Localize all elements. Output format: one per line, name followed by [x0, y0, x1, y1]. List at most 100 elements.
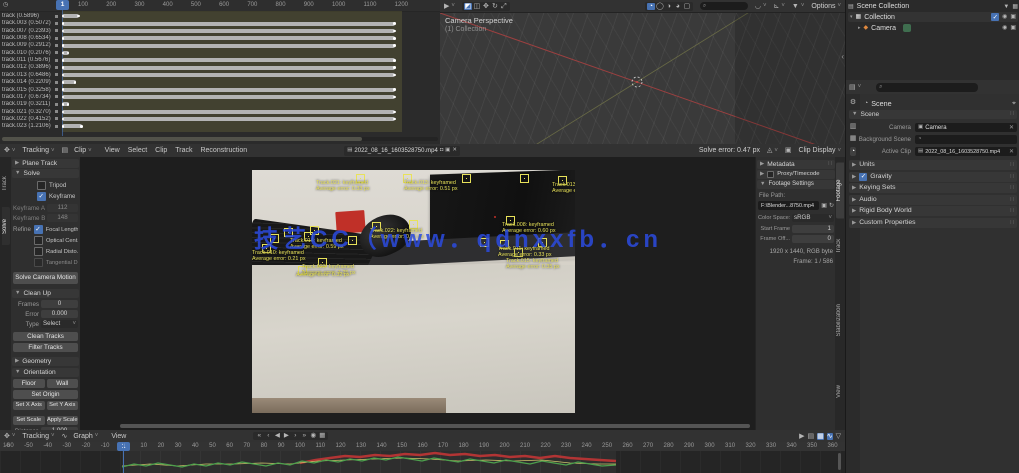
keyframe-dot[interactable] — [61, 125, 64, 128]
filter-dropdown[interactable]: ▼ — [792, 3, 804, 10]
keyframe-dot[interactable] — [66, 51, 70, 55]
keyframe-a-field[interactable]: 112 — [47, 204, 78, 212]
track-name[interactable]: track.012 (0.3896) — [2, 64, 54, 70]
auto-key-icon[interactable]: ▤ — [807, 433, 814, 440]
track-channel-bar[interactable] — [61, 21, 396, 26]
keyframe-dot[interactable] — [61, 59, 64, 62]
panel-proxy-timecode[interactable]: ▶ Proxy/Timecode — [757, 170, 835, 179]
sidebar-tab-stabilization[interactable]: Stabilization — [836, 273, 844, 368]
color-space-select[interactable]: sRGB — [792, 214, 834, 222]
track-name[interactable]: track.015 (0.3258) — [2, 87, 54, 93]
rotate-tool-icon[interactable]: ↻ — [491, 3, 499, 10]
keyframe-dot[interactable] — [66, 103, 70, 106]
track-channel-bar[interactable] — [61, 58, 396, 63]
panel-geometry[interactable]: ▶ Geometry — [12, 357, 79, 366]
overlays-dropdown[interactable]: ⊾ — [774, 3, 785, 10]
track-name[interactable]: track.014 (0.2209) — [2, 79, 54, 85]
track-channel-bar[interactable] — [61, 80, 77, 85]
track-channel-bar[interactable] — [61, 124, 83, 129]
drag-dots-icon[interactable]: ∷ — [1010, 183, 1014, 193]
section-checkbox[interactable] — [859, 172, 868, 182]
keyframe-dot[interactable] — [61, 103, 64, 106]
clean-tracks-button[interactable]: Clean Tracks — [13, 332, 78, 341]
menu-track[interactable]: Track — [175, 147, 192, 154]
track-name[interactable]: track.021 (0.3270) — [2, 109, 54, 115]
graph-view-menu[interactable]: View — [111, 433, 126, 440]
keyframe-dot[interactable] — [393, 66, 396, 69]
outliner-row-scene-collection[interactable]: ▤ Scene Collection ▼ ▦ — [848, 2, 1018, 11]
tracking-marker[interactable] — [520, 174, 529, 183]
sidebar-tab-track[interactable]: Track — [836, 225, 844, 268]
track-name[interactable]: track.019 (0.3211) — [2, 101, 54, 107]
options-button[interactable]: Options — [811, 3, 841, 10]
active-clip-field[interactable]: ▤ 2022_08_16_1603528750.mp4 ✕ — [915, 147, 1017, 156]
track-name[interactable]: track.010 (0.2076) — [2, 50, 54, 56]
clip-hscrollbar[interactable] — [120, 424, 750, 428]
filter-icon[interactable]: ▽ — [836, 433, 841, 440]
panel-gravity[interactable]: ▶ Gravity ∷ — [849, 171, 1017, 182]
panel-scene-header[interactable]: ▼ Scene ∷ — [849, 110, 1017, 119]
tangential-distortion-checkbox[interactable] — [34, 258, 43, 267]
keyframe-dot[interactable] — [393, 110, 396, 114]
close-icon[interactable]: ✕ — [1009, 124, 1014, 131]
drag-dots-icon[interactable]: ∷ — [1010, 206, 1014, 216]
scale-tool-icon[interactable]: ⤢ — [500, 3, 508, 10]
eye-icon[interactable]: ◉ — [1002, 25, 1007, 31]
track-channel-bar[interactable] — [61, 73, 396, 77]
drag-dots-icon[interactable]: ∷ — [1010, 160, 1014, 170]
dopesheet-hscrollbar[interactable] — [2, 137, 438, 141]
outliner-row-camera[interactable]: ▸ ◆ Camera ◉ ▣ — [856, 23, 1018, 33]
track-channel-bar[interactable] — [61, 28, 396, 33]
dopesheet-hscrollbar-thumb[interactable] — [2, 137, 362, 141]
render-visibility-icon[interactable]: ▣ — [1010, 25, 1016, 31]
track-name[interactable]: track (0.5896) — [2, 13, 54, 19]
tracking-marker[interactable] — [462, 174, 471, 183]
outliner-row-collection[interactable]: ▾ ▦ Collection ◉ ▣ — [848, 12, 1018, 22]
keyframe-dot[interactable] — [393, 73, 396, 77]
sidebar-tab-view[interactable]: View — [836, 374, 844, 410]
track-channel-bar[interactable] — [61, 87, 396, 92]
keyframe-dot[interactable] — [61, 73, 64, 77]
play-reverse-button[interactable]: ◀ — [273, 432, 281, 440]
graph-plot-area[interactable] — [0, 442, 845, 473]
tool-tab-solve[interactable]: Solve — [2, 207, 10, 245]
panel-orientation[interactable]: ▼ Orientation — [12, 368, 79, 377]
keyframe-dot[interactable] — [393, 117, 396, 121]
graph-view-dropdown[interactable]: ∿ Graph — [62, 433, 99, 440]
keyframe-dot[interactable] — [61, 14, 64, 18]
keyframe-dot[interactable] — [393, 95, 396, 99]
track-channel-bar[interactable] — [61, 102, 70, 107]
fake-user-icon[interactable]: ◘ — [440, 147, 443, 154]
collection-checkbox[interactable] — [991, 13, 1000, 21]
tripod-checkbox[interactable] — [37, 181, 46, 190]
wall-button[interactable]: Wall — [46, 379, 78, 388]
keyframe-checkbox[interactable] — [37, 192, 46, 201]
normalize-icon[interactable]: ▦ — [817, 432, 824, 440]
track-name[interactable]: track.022 (0.4152) — [2, 116, 54, 122]
folder-icon[interactable]: ▣ — [821, 203, 827, 209]
panel-keying-sets[interactable]: ▶ Keying Sets ∷ — [849, 183, 1017, 193]
menu-reconstruction[interactable]: Reconstruction — [200, 147, 247, 154]
tool-tab-track[interactable]: Track — [2, 165, 10, 203]
keyframe-dot[interactable] — [61, 95, 64, 99]
panel-units[interactable]: ▶ Units ∷ — [849, 160, 1017, 170]
keyframe-dot[interactable] — [393, 29, 396, 33]
optical-center-checkbox[interactable] — [34, 236, 43, 245]
graph-editor-type-button[interactable]: ✥ — [4, 433, 15, 440]
filter-tracks-button[interactable]: Filter Tracks — [13, 343, 78, 352]
drag-dots-icon[interactable]: ∷ — [1010, 218, 1014, 228]
viewport-search-input[interactable]: ⌕ — [699, 2, 748, 10]
keyframe-dot[interactable] — [80, 125, 83, 128]
snap-dropdown[interactable]: ◡ — [755, 3, 767, 10]
wireframe-shading-icon[interactable]: ◔ — [646, 2, 655, 10]
editor-type-button[interactable]: ▶ — [444, 3, 455, 10]
drag-dots-icon[interactable]: ∷ — [828, 160, 832, 169]
graph-vscrollbar[interactable] — [838, 453, 841, 470]
sidebar-tab-footage[interactable]: Footage — [836, 163, 844, 219]
solid-shading-icon[interactable]: ◯ — [656, 3, 664, 10]
track-name[interactable]: track.009 (0.2912) — [2, 42, 54, 48]
expand-arrow-icon[interactable]: ▾ — [850, 14, 853, 20]
play-button[interactable]: ▶ — [282, 432, 290, 440]
drag-dots-icon[interactable]: ∷ — [1010, 172, 1014, 182]
prev-keyframe-button[interactable]: ‹ — [264, 432, 272, 440]
